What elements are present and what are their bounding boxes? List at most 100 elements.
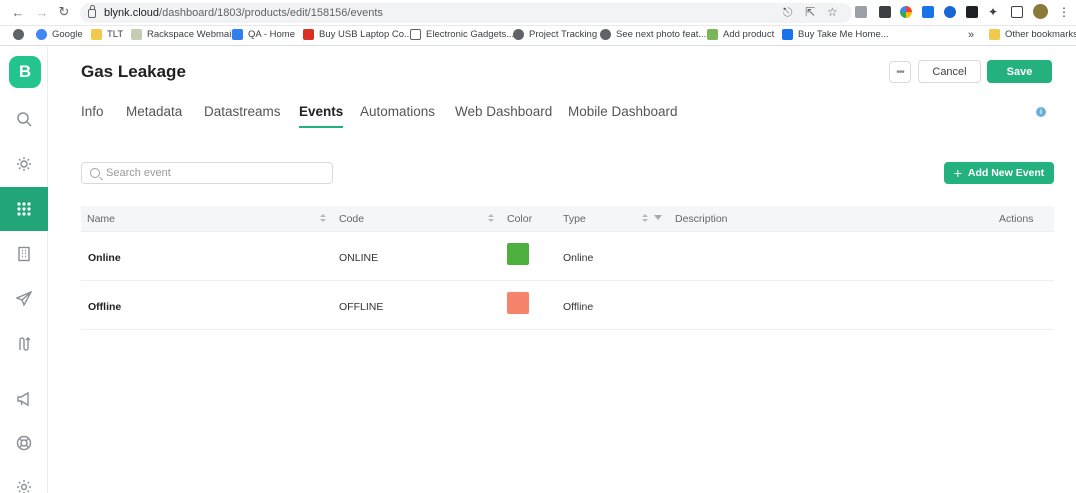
lifebuoy-icon: [16, 435, 32, 451]
add-new-event-button[interactable]: + Add New Event: [944, 162, 1054, 184]
column-header-type[interactable]: Type: [563, 213, 586, 225]
event-type: Online: [563, 252, 594, 264]
store-icon: [303, 29, 314, 40]
gear-icon: [17, 480, 31, 493]
event-name[interactable]: Offline: [88, 301, 121, 313]
tab-events[interactable]: Events: [299, 104, 344, 128]
apps-icon[interactable]: [13, 29, 29, 40]
sidebar-item-support[interactable]: [0, 421, 48, 465]
bookmark-electronic[interactable]: Electronic Gadgets...: [410, 29, 514, 40]
table-row[interactable]: Online ONLINE Online: [81, 232, 1054, 281]
bookmark-tlt[interactable]: TLT: [91, 29, 123, 40]
address-bar[interactable]: blynk.cloud/dashboard/1803/products/edit…: [80, 3, 852, 23]
store-icon: [782, 29, 793, 40]
avatar[interactable]: [1033, 4, 1048, 19]
tab-mobile-dashboard[interactable]: Mobile Dashboard: [568, 104, 678, 128]
share-icon[interactable]: ⇱: [805, 5, 815, 19]
megaphone-icon: [17, 391, 29, 407]
tab-automations[interactable]: Automations: [360, 104, 435, 128]
bookmark-qa-home[interactable]: QA - Home: [232, 29, 295, 40]
cancel-button[interactable]: Cancel: [918, 60, 981, 83]
bookmarks-bar: Google TLT Rackspace Webmail QA - Home B…: [0, 26, 1076, 46]
sidebar: B: [0, 47, 48, 493]
bookmark-take-me-home[interactable]: Buy Take Me Home...: [782, 29, 889, 40]
event-type: Offline: [563, 301, 594, 313]
qa-icon: [232, 29, 243, 40]
bookmark-usb[interactable]: Buy USB Laptop Co...: [303, 29, 412, 40]
forward-icon[interactable]: →: [34, 4, 50, 20]
extension-icon[interactable]: [944, 6, 956, 18]
sidebar-item-messaging[interactable]: [0, 277, 48, 321]
column-header-code[interactable]: Code: [339, 213, 364, 225]
sort-icon[interactable]: [642, 214, 648, 224]
plus-icon: +: [953, 165, 962, 181]
sidepanel-icon[interactable]: [1011, 6, 1023, 18]
search-input[interactable]: [106, 167, 316, 179]
extension-icon[interactable]: [879, 6, 891, 18]
page-title: Gas Leakage: [81, 62, 186, 81]
camera-icon[interactable]: [855, 6, 867, 18]
event-color-swatch: [507, 243, 529, 265]
add-new-event-label: Add New Event: [967, 167, 1045, 179]
folder-icon: [989, 29, 1000, 40]
back-icon[interactable]: ←: [10, 4, 26, 20]
sun-icon: [17, 157, 31, 171]
search-icon: [90, 168, 100, 178]
tab-web-dashboard[interactable]: Web Dashboard: [455, 104, 552, 128]
bookmark-add-product[interactable]: Add product: [707, 29, 774, 40]
kebab-menu-icon[interactable]: ⋮: [1058, 5, 1070, 19]
search-icon: [17, 112, 32, 127]
google-icon: [36, 29, 47, 40]
bookmark-see-next[interactable]: See next photo feat...: [600, 29, 706, 40]
puzzle-icon[interactable]: ✦: [988, 5, 998, 19]
paper-plane-icon: [16, 291, 32, 307]
sort-icon[interactable]: [320, 214, 326, 224]
event-color-swatch: [507, 292, 529, 314]
sidebar-item-search[interactable]: [0, 97, 48, 141]
bookmark-rackspace[interactable]: Rackspace Webmail: [131, 29, 233, 40]
sidebar-item-organizations[interactable]: [0, 232, 48, 276]
event-code: OFFLINE: [339, 301, 384, 313]
star-icon[interactable]: ☆: [827, 5, 838, 19]
sort-icon[interactable]: [488, 214, 494, 224]
more-bookmarks-icon[interactable]: »: [968, 29, 974, 41]
reload-icon[interactable]: ↻: [56, 4, 72, 20]
event-name[interactable]: Online: [88, 252, 121, 264]
lock-icon: [88, 4, 96, 18]
url-host: blynk.cloud: [104, 7, 160, 19]
browser-toolbar: ← → ↻ blynk.cloud/dashboard/1803/product…: [0, 0, 1076, 26]
globe-icon: [513, 29, 524, 40]
tab-datastreams[interactable]: Datastreams: [204, 104, 281, 128]
sidebar-item-products[interactable]: [0, 187, 48, 231]
tab-metadata[interactable]: Metadata: [126, 104, 182, 128]
mail-icon: [131, 29, 142, 40]
key-icon[interactable]: ⎋: [783, 5, 793, 19]
sidebar-item-announcements[interactable]: [0, 377, 48, 421]
table-row[interactable]: Offline OFFLINE Offline: [81, 281, 1054, 330]
table-header: Name Code Color Type Description Actions: [81, 206, 1054, 232]
sidebar-item-automations[interactable]: [0, 322, 48, 366]
info-icon[interactable]: i: [1036, 107, 1046, 117]
shopify-icon: [707, 29, 718, 40]
globe-icon: [600, 29, 611, 40]
event-code: ONLINE: [339, 252, 379, 264]
calendar-icon: [410, 29, 421, 40]
sidebar-item-settings[interactable]: [0, 465, 48, 493]
blynk-logo[interactable]: B: [9, 56, 41, 88]
filter-icon[interactable]: [654, 215, 662, 220]
extension-icon[interactable]: [966, 6, 978, 18]
more-options-button[interactable]: •••: [889, 61, 911, 83]
column-header-description: Description: [675, 213, 728, 225]
url-path: /dashboard/1803/products/edit/158156/eve…: [159, 7, 383, 19]
grid-icon: [17, 202, 31, 216]
other-bookmarks[interactable]: Other bookmarks: [989, 29, 1076, 40]
sidebar-item-developer-zone[interactable]: [0, 142, 48, 186]
tab-info[interactable]: Info: [81, 104, 104, 128]
save-button[interactable]: Save: [987, 60, 1052, 83]
column-header-name[interactable]: Name: [87, 213, 115, 225]
bookmark-project-tracking[interactable]: Project Tracking: [513, 29, 597, 40]
color-picker-icon[interactable]: [900, 6, 912, 18]
extension-icon[interactable]: [922, 6, 934, 18]
bookmark-google[interactable]: Google: [36, 29, 83, 40]
column-header-actions: Actions: [999, 213, 1034, 225]
